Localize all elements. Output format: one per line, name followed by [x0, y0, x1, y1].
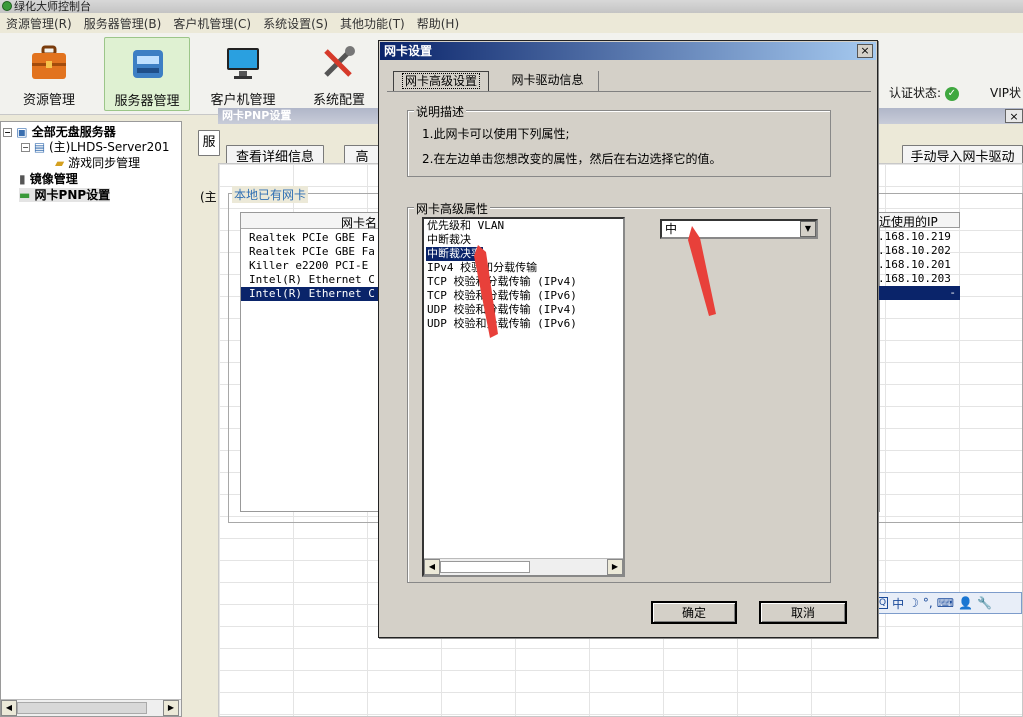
- list-hscrollbar[interactable]: ◀ ▶: [424, 558, 623, 575]
- scroll-left-icon[interactable]: ◀: [1, 700, 17, 716]
- scroll-thumb[interactable]: [440, 561, 530, 573]
- tree-game-sync[interactable]: ▰ 游戏同步管理: [55, 156, 140, 170]
- cancel-button[interactable]: 取消: [759, 601, 847, 624]
- app-title: 绿化大师控制台: [14, 0, 91, 13]
- toolbar-client-label: 客户机管理: [210, 93, 276, 108]
- toolbar-client-button[interactable]: 客户机管理: [200, 37, 286, 111]
- local-nic-group-title: 本地已有网卡: [232, 186, 309, 203]
- menubar: 资源管理(R) 服务器管理(B) 客户机管理(C) 系统设置(S) 其他功能(T…: [0, 13, 1023, 33]
- network-icon: ▣: [16, 125, 28, 139]
- server-node-icon: ▤: [33, 140, 46, 154]
- col-ip-header[interactable]: 近使用的IP: [876, 212, 960, 229]
- keyboard-icon[interactable]: ⌨: [937, 596, 954, 610]
- ok-button[interactable]: 确定: [651, 601, 737, 624]
- menu-resources[interactable]: 资源管理(R): [0, 15, 78, 32]
- value-select-text: 中: [665, 222, 678, 236]
- toolbar-resources-button[interactable]: 资源管理: [6, 37, 92, 111]
- menu-server[interactable]: 服务器管理(B): [78, 15, 168, 32]
- props-group-title: 网卡高级属性: [414, 200, 491, 217]
- ip-cell-selected: -: [876, 286, 960, 300]
- ime-toolbar[interactable]: Q 中 ☽ °, ⌨ 👤 🔧: [872, 592, 1022, 614]
- tab-driver-info[interactable]: 网卡驱动信息: [497, 71, 599, 91]
- tree-nic-pnp[interactable]: ▬ 网卡PNP设置: [19, 188, 111, 202]
- scroll-thumb[interactable]: [17, 702, 147, 714]
- ip-cell: .168.10.203: [878, 272, 951, 285]
- wrench-icon[interactable]: 🔧: [977, 596, 992, 610]
- list-item-selected[interactable]: 中断裁决率: [426, 247, 483, 261]
- tree-hscrollbar[interactable]: ◀ ▶: [1, 699, 181, 716]
- dialog-title: 网卡设置: [380, 42, 876, 60]
- ime-mode[interactable]: 中: [892, 595, 904, 612]
- ip-cell: .168.10.219: [878, 230, 951, 243]
- menu-system[interactable]: 系统设置(S): [257, 15, 334, 32]
- ime-punct-icon[interactable]: °,: [923, 596, 933, 610]
- server-tree: − ▣ 全部无盘服务器 − ▤ (主)LHDS-Server201 ▰ 游戏同步…: [0, 121, 182, 717]
- list-item[interactable]: TCP 校验和分载传输 (IPv4): [426, 275, 578, 289]
- nic-settings-dialog: 网卡设置 × 网卡高级设置 网卡驱动信息 说明描述 1.此网卡可以使用下列属性;…: [378, 40, 878, 638]
- list-item[interactable]: UDP 校验和分载传输 (IPv6): [426, 317, 578, 331]
- list-item[interactable]: IPv4 校验和分载传输: [426, 261, 538, 275]
- list-item[interactable]: 中断裁决: [426, 233, 472, 247]
- scroll-right-icon[interactable]: ▶: [607, 559, 623, 575]
- tree-root[interactable]: − ▣ 全部无盘服务器: [3, 125, 116, 139]
- tools-icon: [324, 46, 355, 77]
- menu-help[interactable]: 帮助(H): [411, 15, 465, 32]
- value-select[interactable]: 中 ▼: [660, 219, 818, 239]
- ip-cell: .168.10.201: [878, 258, 951, 271]
- pnp-row-label: (主: [200, 190, 217, 204]
- props-group: 网卡高级属性 优先级和 VLAN 中断裁决 中断裁决率 IPv4 校验和分载传输…: [407, 200, 831, 583]
- desc-group: 说明描述 1.此网卡可以使用下列属性; 2.在左边单击您想改变的属性，然后在右边…: [407, 103, 831, 177]
- server-icon: [133, 50, 163, 78]
- tree-server[interactable]: − ▤ (主)LHDS-Server201: [21, 140, 170, 154]
- col-name-header[interactable]: 网卡名: [341, 214, 377, 231]
- toolbar-config-label: 系统配置: [312, 93, 365, 108]
- app-logo-icon: [2, 1, 12, 11]
- menu-client[interactable]: 客户机管理(C): [167, 15, 257, 32]
- collapse-icon[interactable]: −: [3, 128, 12, 137]
- server-select[interactable]: 服: [198, 130, 220, 156]
- toolbar-config-button[interactable]: 系统配置: [296, 37, 382, 111]
- nic-icon: ▬: [19, 188, 31, 202]
- check-icon: ✓: [944, 86, 959, 101]
- disk-icon: ▮: [19, 172, 26, 186]
- toolbar-server-button[interactable]: 服务器管理: [104, 37, 190, 111]
- list-item[interactable]: UDP 校验和分载传输 (IPv4): [426, 303, 578, 317]
- menu-other[interactable]: 其他功能(T): [334, 15, 411, 32]
- app-titlebar: 绿化大师控制台: [0, 0, 1023, 13]
- briefcase-icon: [32, 45, 66, 79]
- ip-cell: .168.10.202: [878, 244, 951, 257]
- auth-status-label: 认证状态:: [889, 86, 942, 100]
- toolbar-server-label: 服务器管理: [114, 94, 180, 109]
- list-item[interactable]: 优先级和 VLAN: [426, 219, 505, 233]
- tab-divider: [387, 91, 871, 92]
- ime-halfwidth-icon[interactable]: ☽: [908, 596, 919, 610]
- property-list[interactable]: 优先级和 VLAN 中断裁决 中断裁决率 IPv4 校验和分载传输 TCP 校验…: [422, 217, 625, 577]
- dialog-close-icon[interactable]: ×: [857, 44, 873, 58]
- list-item[interactable]: TCP 校验和分载传输 (IPv6): [426, 289, 578, 303]
- toolbar-resources-label: 资源管理: [22, 93, 75, 108]
- monitor-icon: [227, 48, 259, 79]
- tree-image-mgmt[interactable]: ▮ 镜像管理: [19, 172, 78, 186]
- pnp-close-icon[interactable]: ×: [1005, 109, 1023, 123]
- desc-group-title: 说明描述: [414, 103, 467, 120]
- tab-advanced[interactable]: 网卡高级设置: [393, 71, 489, 91]
- desc-line-1: 1.此网卡可以使用下列属性;: [422, 127, 570, 141]
- ime-logo-icon: Q: [877, 597, 889, 609]
- user-icon[interactable]: 👤: [958, 596, 973, 610]
- scroll-right-icon[interactable]: ▶: [163, 700, 179, 716]
- chevron-down-icon[interactable]: ▼: [800, 221, 816, 237]
- scroll-left-icon[interactable]: ◀: [424, 559, 440, 575]
- folder-icon: ▰: [55, 156, 65, 170]
- vip-status: VIP状: [990, 86, 1021, 100]
- collapse-icon[interactable]: −: [21, 143, 30, 152]
- desc-line-2: 2.在左边单击您想改变的属性，然后在右边选择它的值。: [422, 152, 722, 166]
- auth-status: 认证状态: ✓: [889, 84, 959, 101]
